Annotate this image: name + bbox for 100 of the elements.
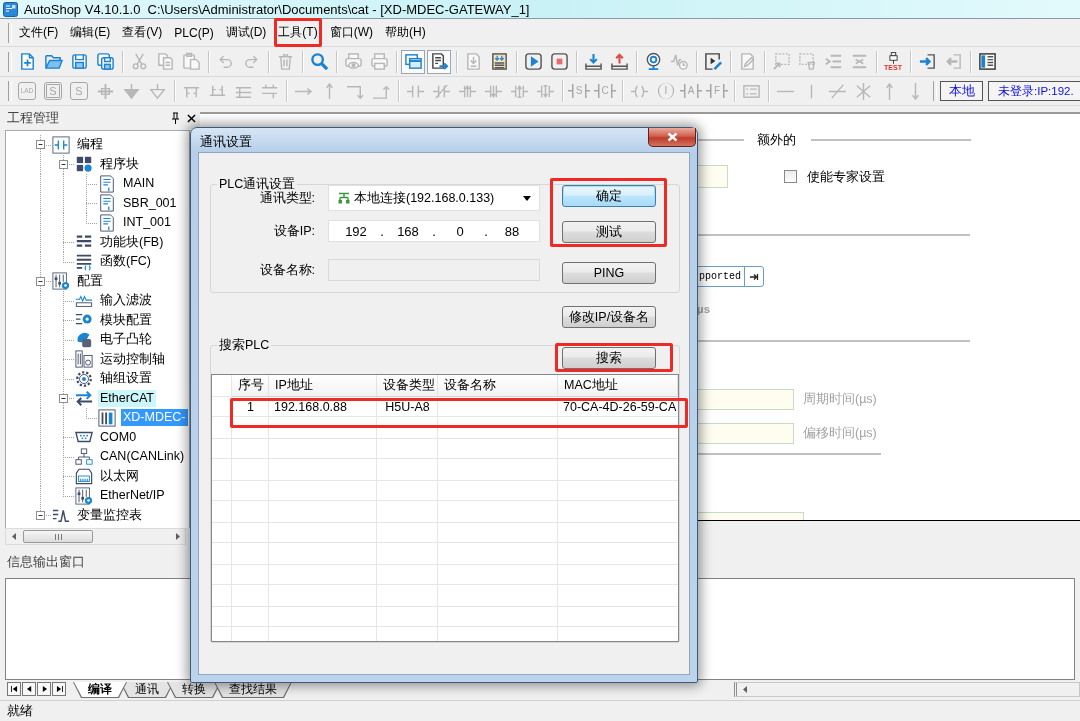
next-tab-button[interactable] bbox=[37, 682, 51, 696]
contact-symbol-icon bbox=[52, 135, 70, 154]
tree-item[interactable]: INT_001 bbox=[121, 214, 173, 232]
column-header[interactable]: 序号 bbox=[232, 375, 269, 397]
minus-box-icon[interactable] bbox=[59, 393, 68, 403]
dialog-title: 通讯设置 bbox=[200, 133, 252, 151]
local-mode-button[interactable]: 本地 bbox=[940, 81, 983, 101]
menu-item[interactable]: 窗口(W) bbox=[325, 18, 377, 47]
panel-title: 工程管理 bbox=[7, 109, 59, 127]
document-icon bbox=[98, 174, 116, 193]
tree-item[interactable]: 输入滤波 bbox=[98, 292, 154, 310]
play-icon[interactable] bbox=[523, 52, 543, 71]
checkbox[interactable] bbox=[784, 170, 797, 183]
login-arrow-icon[interactable] bbox=[917, 52, 937, 71]
minus-box-icon[interactable] bbox=[59, 159, 68, 169]
download-icon[interactable] bbox=[583, 52, 603, 71]
play-pencil-icon[interactable] bbox=[703, 52, 723, 71]
ip-address-field[interactable]: 192 . 168 . 0 . 88 bbox=[328, 220, 540, 242]
menu-item[interactable]: 编辑(E) bbox=[66, 18, 115, 47]
skip-start-icon bbox=[10, 686, 18, 692]
grip-icon bbox=[54, 533, 62, 540]
menu-item[interactable]: 工具(T) bbox=[274, 18, 322, 47]
input-field[interactable] bbox=[697, 512, 804, 520]
dialog-button[interactable]: PING bbox=[562, 262, 656, 284]
tree-item[interactable]: 配置 bbox=[75, 272, 105, 290]
tree-item[interactable]: 功能块(FB) bbox=[98, 233, 166, 251]
triangle-left-icon[interactable] bbox=[743, 686, 747, 693]
modify-ip-button[interactable]: 修改IP/设备名 bbox=[562, 306, 656, 328]
panel-title: 信息输出窗口 bbox=[7, 555, 85, 570]
triangle-right-icon[interactable] bbox=[175, 533, 180, 540]
save-icon[interactable] bbox=[69, 52, 89, 71]
sliders-gear-icon bbox=[75, 486, 93, 505]
group-title: 搜索PLC bbox=[217, 338, 272, 352]
tree-item[interactable]: 变量监控表 bbox=[75, 506, 144, 524]
first-tab-button[interactable] bbox=[7, 682, 21, 696]
input-field[interactable] bbox=[697, 165, 728, 188]
last-tab-button[interactable] bbox=[52, 682, 66, 696]
document-icon bbox=[98, 213, 116, 232]
tree-item[interactable]: 编程 bbox=[75, 136, 105, 154]
menu-item[interactable]: PLC(P) bbox=[170, 19, 218, 46]
column-header[interactable]: 设备类型 bbox=[377, 375, 438, 397]
cam-icon bbox=[75, 330, 93, 349]
folder-icon[interactable] bbox=[43, 52, 63, 71]
tree-item[interactable]: 模块配置 bbox=[98, 311, 154, 329]
tree-item[interactable]: 电子凸轮 bbox=[98, 331, 154, 349]
menu-item[interactable]: 文件(F) bbox=[15, 18, 63, 47]
input-field[interactable] bbox=[697, 423, 794, 444]
panel-icon[interactable] bbox=[977, 52, 997, 71]
tree-item[interactable]: 轴组设置 bbox=[98, 370, 154, 388]
tree-item[interactable]: 运动控制轴 bbox=[98, 350, 167, 368]
connection-type-dropdown[interactable]: 本地连接(192.168.0.133) bbox=[328, 185, 540, 211]
search-button[interactable]: 搜索 bbox=[562, 347, 656, 369]
menu-item[interactable]: 帮助(H) bbox=[381, 18, 430, 47]
stop-icon[interactable] bbox=[549, 52, 569, 71]
servo-drive-icon bbox=[75, 350, 93, 369]
tree-item[interactable]: 函数(FC) bbox=[98, 253, 153, 271]
minus-box-icon[interactable] bbox=[36, 276, 45, 286]
tree-item[interactable]: 程序块 bbox=[98, 155, 141, 173]
menu-item[interactable]: 查看(V) bbox=[118, 18, 167, 47]
tree-item[interactable]: CAN(CANLink) bbox=[98, 448, 187, 466]
close-icon bbox=[666, 132, 678, 142]
menu-item[interactable]: 调试(D) bbox=[221, 18, 271, 47]
tree-item[interactable]: SBR_001 bbox=[121, 194, 179, 212]
close-icon[interactable] bbox=[187, 113, 196, 123]
ethernet-port-icon bbox=[75, 467, 93, 486]
sliders-gear-icon bbox=[52, 272, 70, 291]
minus-box-icon[interactable] bbox=[36, 510, 45, 520]
horizontal-scrollbar[interactable] bbox=[5, 528, 186, 545]
section-title: 额外的 bbox=[757, 131, 796, 149]
dialog-button[interactable]: 测试 bbox=[562, 221, 656, 243]
pin-icon[interactable] bbox=[171, 112, 180, 124]
search-icon[interactable] bbox=[309, 52, 329, 71]
module-icon bbox=[98, 408, 116, 427]
dropdown[interactable]: pported bbox=[697, 266, 764, 287]
tab[interactable]: 编译 bbox=[73, 682, 127, 698]
tree-item[interactable]: MAIN bbox=[121, 175, 157, 193]
window-title: AutoShop V4.10.1.0 C:\Users\Administrator\Documents\cat - [XD-MDEC-GATEWAY_1] bbox=[24, 1, 530, 17]
horizontal-scrollbar[interactable] bbox=[734, 682, 1080, 697]
scrollbar-thumb[interactable] bbox=[23, 530, 93, 543]
column-header[interactable]: IP地址 bbox=[269, 375, 377, 397]
input-field[interactable] bbox=[697, 389, 794, 410]
close-button[interactable] bbox=[648, 128, 696, 147]
tree-item[interactable]: EtherCAT bbox=[98, 389, 156, 407]
tree-item[interactable]: 以太网 bbox=[98, 467, 141, 485]
tree-item[interactable]: EtherNet/IP bbox=[98, 487, 167, 505]
tree-item[interactable]: COM0 bbox=[98, 428, 139, 446]
document-icon bbox=[98, 194, 116, 213]
dialog-button[interactable]: 确定 bbox=[562, 185, 656, 207]
upload-icon[interactable] bbox=[609, 52, 629, 71]
save-all-icon[interactable] bbox=[95, 52, 115, 71]
triangle-left-icon[interactable] bbox=[11, 533, 16, 540]
triangle-left-icon bbox=[25, 686, 33, 692]
usb-plug-icon bbox=[888, 52, 898, 64]
previous-tab-button[interactable] bbox=[22, 682, 36, 696]
column-header[interactable]: MAC地址 bbox=[558, 375, 678, 397]
arrow-right-bar-icon bbox=[749, 271, 759, 282]
document-table-icon[interactable] bbox=[489, 52, 509, 71]
table-cell-text: H5U-A8 bbox=[384, 399, 431, 416]
column-header[interactable]: 设备名称 bbox=[438, 375, 558, 397]
minus-box-icon[interactable] bbox=[36, 140, 45, 150]
